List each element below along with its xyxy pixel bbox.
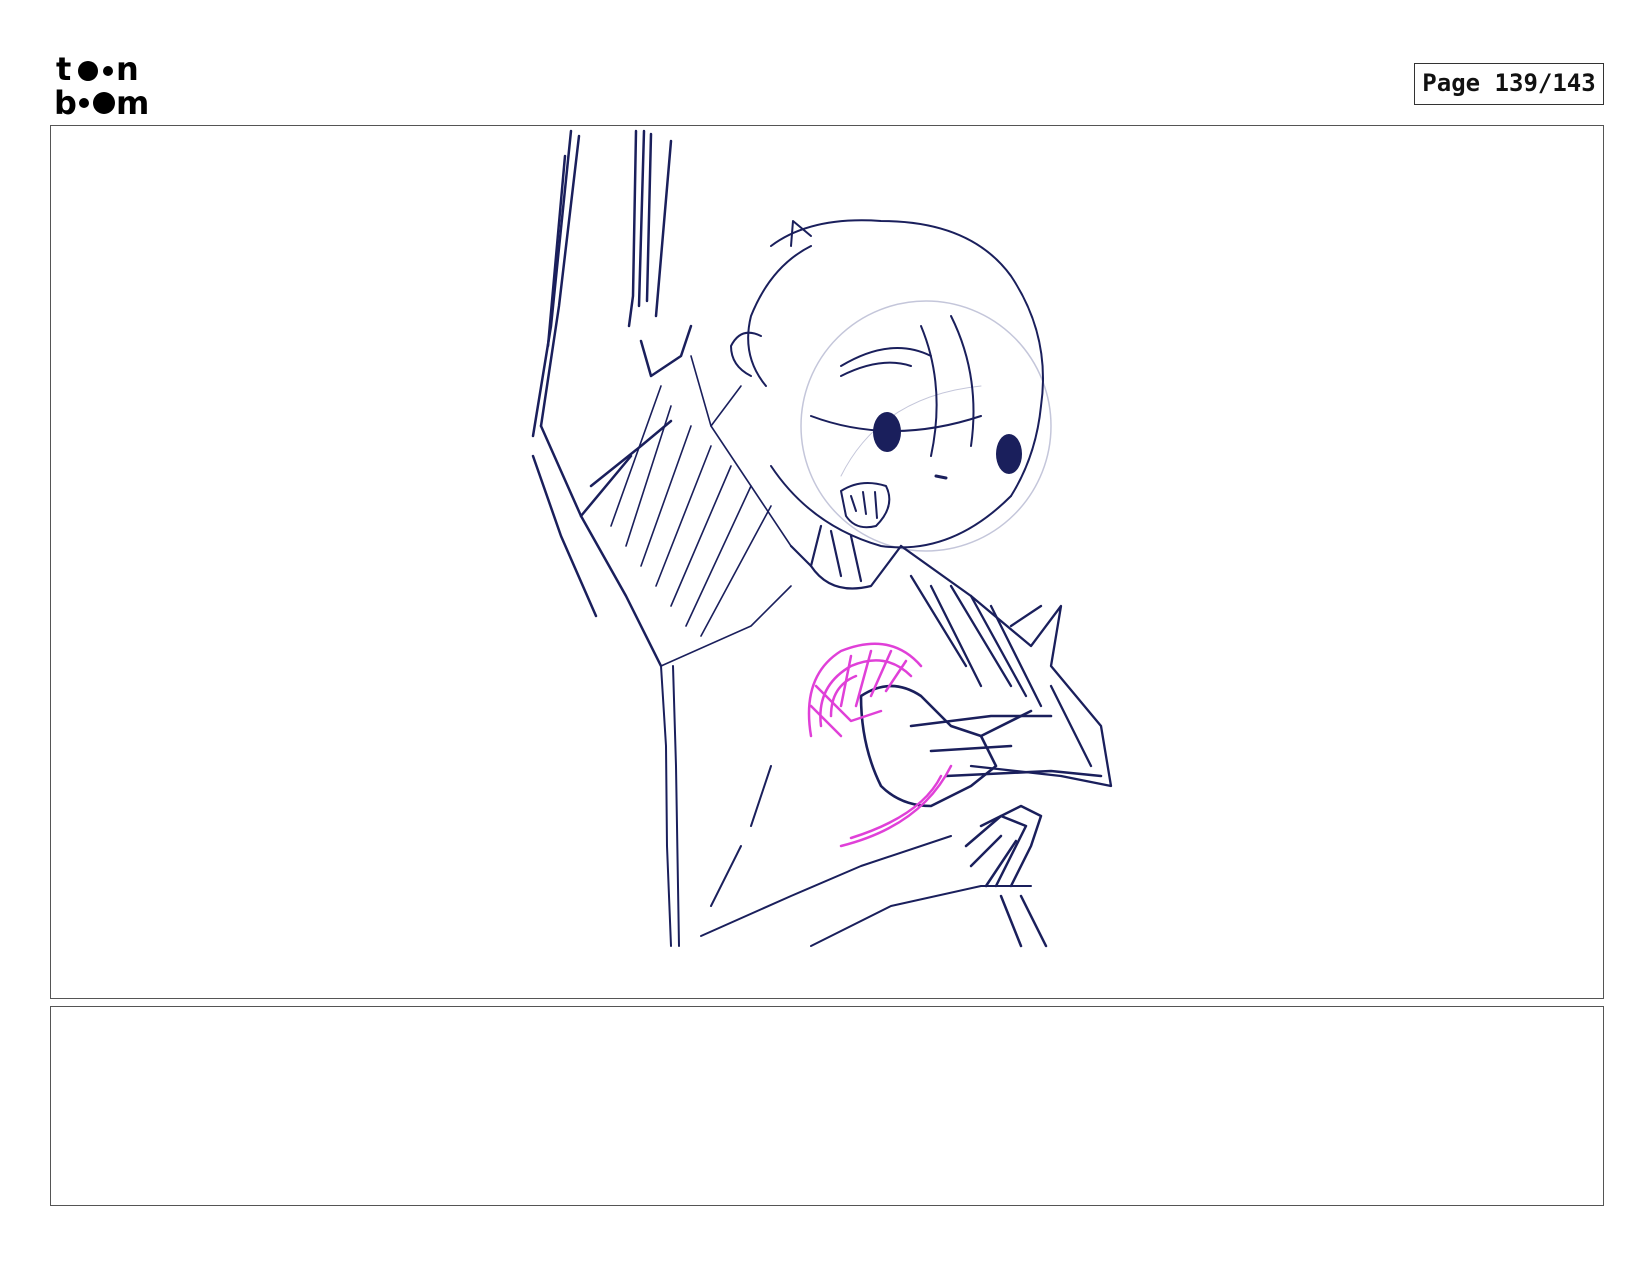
svg-text:n: n: [116, 52, 139, 88]
character-sketch: [531, 129, 1113, 948]
storyboard-panel: [50, 125, 1604, 999]
svg-text:t: t: [56, 52, 71, 88]
page-counter: Page 139/143: [1414, 63, 1604, 105]
svg-text:b: b: [54, 84, 77, 118]
svg-text:m: m: [116, 84, 149, 118]
toon-boom-logo: t n b m: [54, 52, 149, 118]
panel-notes-box: [50, 1006, 1604, 1206]
